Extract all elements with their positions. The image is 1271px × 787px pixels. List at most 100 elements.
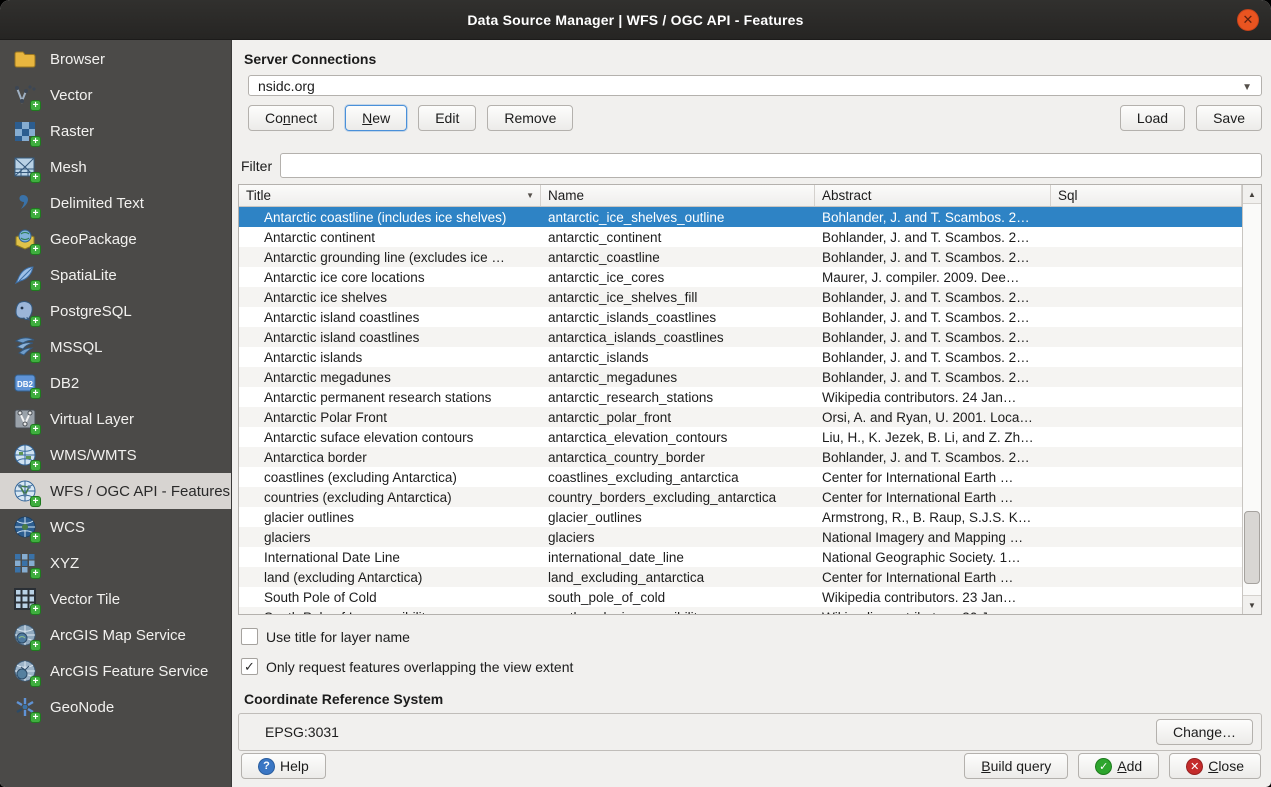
cell-sql[interactable] <box>1051 227 1242 247</box>
cell-sql[interactable] <box>1051 447 1242 467</box>
cell-title[interactable]: glaciers <box>239 527 541 547</box>
table-row[interactable]: coastlines (excluding Antarctica)coastli… <box>239 467 1242 487</box>
table-row[interactable]: Antarctic island coastlinesantarctica_is… <box>239 327 1242 347</box>
cell-sql[interactable] <box>1051 207 1242 227</box>
cell-title[interactable]: Antarctic island coastlines <box>239 307 541 327</box>
cell-title[interactable]: International Date Line <box>239 547 541 567</box>
cell-abstract[interactable]: Bohlander, J. and T. Scambos. 2… <box>815 287 1051 307</box>
scrollbar-thumb[interactable] <box>1244 511 1260 584</box>
sidebar-item-db2[interactable]: DB2+DB2 <box>0 365 231 401</box>
help-button[interactable]: ? Help <box>241 753 326 779</box>
sidebar-item-vector-tile[interactable]: +Vector Tile <box>0 581 231 617</box>
column-header-abstract[interactable]: Abstract <box>815 185 1051 206</box>
cell-abstract[interactable]: Bohlander, J. and T. Scambos. 2… <box>815 327 1051 347</box>
sidebar-item-wms-wmts[interactable]: +WMS/WMTS <box>0 437 231 473</box>
cell-title[interactable]: Antarctic continent <box>239 227 541 247</box>
sidebar-item-spatialite[interactable]: +SpatiaLite <box>0 257 231 293</box>
table-row[interactable]: Antarctic Polar Frontantarctic_polar_fro… <box>239 407 1242 427</box>
table-row[interactable]: glacier outlinesglacier_outlinesArmstron… <box>239 507 1242 527</box>
cell-name[interactable]: international_date_line <box>541 547 815 567</box>
table-row[interactable]: Antarctic islandsantarctic_islandsBohlan… <box>239 347 1242 367</box>
cell-abstract[interactable]: Wikipedia contributors. 24 Jan… <box>815 387 1051 407</box>
cell-abstract[interactable]: Bohlander, J. and T. Scambos. 2… <box>815 347 1051 367</box>
cell-name[interactable]: country_borders_excluding_antarctica <box>541 487 815 507</box>
cell-sql[interactable] <box>1051 487 1242 507</box>
cell-abstract[interactable]: Liu, H., K. Jezek, B. Li, and Z. Zh… <box>815 427 1051 447</box>
titlebar[interactable]: Data Source Manager | WFS / OGC API - Fe… <box>0 0 1271 40</box>
cell-name[interactable]: antarctic_research_stations <box>541 387 815 407</box>
table-row[interactable]: South Pole of Coldsouth_pole_of_coldWiki… <box>239 587 1242 607</box>
cell-abstract[interactable]: Armstrong, R., B. Raup, S.J.S. K… <box>815 507 1051 527</box>
cell-name[interactable]: south_pole_inaccessibility <box>541 607 815 614</box>
cell-name[interactable]: glacier_outlines <box>541 507 815 527</box>
edit-button[interactable]: Edit <box>418 105 476 131</box>
filter-input[interactable] <box>280 153 1262 178</box>
cell-abstract[interactable]: Maurer, J. compiler. 2009. Dee… <box>815 267 1051 287</box>
cell-name[interactable]: antarctica_islands_coastlines <box>541 327 815 347</box>
table-row[interactable]: Antarctic megadunesantarctic_megadunesBo… <box>239 367 1242 387</box>
sidebar-item-browser[interactable]: Browser <box>0 41 231 77</box>
cell-abstract[interactable]: Center for International Earth … <box>815 567 1051 587</box>
cell-name[interactable]: coastlines_excluding_antarctica <box>541 467 815 487</box>
cell-abstract[interactable]: Bohlander, J. and T. Scambos. 2… <box>815 227 1051 247</box>
use-title-checkbox[interactable]: ✓ <box>241 628 258 645</box>
table-row[interactable]: Antarctic suface elevation contoursantar… <box>239 427 1242 447</box>
sidebar-item-arcgis-feature-service[interactable]: +ArcGIS Feature Service <box>0 653 231 689</box>
cell-name[interactable]: antarctic_coastline <box>541 247 815 267</box>
crs-change-button[interactable]: Change… <box>1156 719 1253 745</box>
cell-abstract[interactable]: Bohlander, J. and T. Scambos. 2… <box>815 447 1051 467</box>
cell-title[interactable]: Antarctic ice core locations <box>239 267 541 287</box>
remove-button[interactable]: Remove <box>487 105 573 131</box>
cell-title[interactable]: South Pole of Inaccessibility <box>239 607 541 614</box>
cell-sql[interactable] <box>1051 267 1242 287</box>
cell-sql[interactable] <box>1051 307 1242 327</box>
close-button[interactable]: ✕ Close <box>1169 753 1261 779</box>
cell-title[interactable]: glacier outlines <box>239 507 541 527</box>
cell-abstract[interactable]: National Geographic Society. 1… <box>815 547 1051 567</box>
connection-select[interactable]: nsidc.org ▼ <box>248 75 1262 96</box>
sidebar-item-xyz[interactable]: +XYZ <box>0 545 231 581</box>
cell-name[interactable]: antarctic_continent <box>541 227 815 247</box>
cell-abstract[interactable]: Bohlander, J. and T. Scambos. 2… <box>815 367 1051 387</box>
cell-name[interactable]: antarctic_ice_shelves_fill <box>541 287 815 307</box>
cell-sql[interactable] <box>1051 247 1242 267</box>
cell-title[interactable]: Antarctic islands <box>239 347 541 367</box>
load-button[interactable]: Load <box>1120 105 1185 131</box>
cell-sql[interactable] <box>1051 507 1242 527</box>
cell-sql[interactable] <box>1051 527 1242 547</box>
cell-title[interactable]: Antarctica border <box>239 447 541 467</box>
new-button[interactable]: New <box>345 105 407 131</box>
table-row[interactable]: Antarctic coastline (includes ice shelve… <box>239 207 1242 227</box>
sidebar-item-geopackage[interactable]: +GeoPackage <box>0 221 231 257</box>
table-row[interactable]: land (excluding Antarctica)land_excludin… <box>239 567 1242 587</box>
cell-sql[interactable] <box>1051 427 1242 447</box>
cell-title[interactable]: Antarctic Polar Front <box>239 407 541 427</box>
column-header-title[interactable]: Title ▼ <box>239 185 541 206</box>
column-header-name[interactable]: Name <box>541 185 815 206</box>
cell-name[interactable]: antarctic_ice_shelves_outline <box>541 207 815 227</box>
cell-abstract[interactable]: Bohlander, J. and T. Scambos. 2… <box>815 207 1051 227</box>
cell-name[interactable]: antarctic_islands_coastlines <box>541 307 815 327</box>
table-row[interactable]: Antarctica borderantarctica_country_bord… <box>239 447 1242 467</box>
cell-abstract[interactable]: Bohlander, J. and T. Scambos. 2… <box>815 307 1051 327</box>
cell-title[interactable]: Antarctic coastline (includes ice shelve… <box>239 207 541 227</box>
table-row[interactable]: Antarctic ice core locationsantarctic_ic… <box>239 267 1242 287</box>
connect-button[interactable]: Connect <box>248 105 334 131</box>
cell-name[interactable]: south_pole_of_cold <box>541 587 815 607</box>
table-row[interactable]: Antarctic ice shelvesantarctic_ice_shelv… <box>239 287 1242 307</box>
sidebar-item-mesh[interactable]: +Mesh <box>0 149 231 185</box>
cell-sql[interactable] <box>1051 567 1242 587</box>
table-row[interactable]: Antarctic continentantarctic_continentBo… <box>239 227 1242 247</box>
cell-title[interactable]: Antarctic suface elevation contours <box>239 427 541 447</box>
cell-title[interactable]: Antarctic megadunes <box>239 367 541 387</box>
cell-sql[interactable] <box>1051 607 1242 614</box>
cell-title[interactable]: Antarctic grounding line (excludes ice … <box>239 247 541 267</box>
column-header-sql[interactable]: Sql <box>1051 185 1242 206</box>
cell-title[interactable]: Antarctic permanent research stations <box>239 387 541 407</box>
cell-name[interactable]: antarctic_islands <box>541 347 815 367</box>
cell-abstract[interactable]: Wikipedia contributors. 30 Jan… <box>815 607 1051 614</box>
cell-sql[interactable] <box>1051 387 1242 407</box>
only-request-checkbox[interactable]: ✓ <box>241 658 258 675</box>
sidebar-item-vector[interactable]: +Vector <box>0 77 231 113</box>
sidebar-item-postgresql[interactable]: +PostgreSQL <box>0 293 231 329</box>
